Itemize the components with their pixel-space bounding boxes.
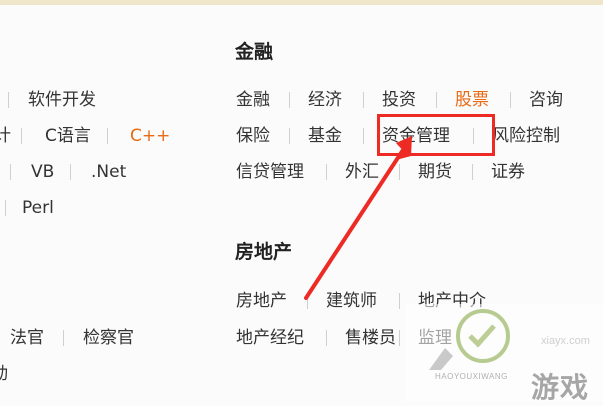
- link-ji[interactable]: 计: [0, 125, 11, 147]
- separator: [472, 164, 473, 180]
- separator: [363, 92, 364, 108]
- watermark: xiayx.com 游戏 HAOYOUXIWANG: [405, 304, 603, 404]
- separator: [399, 293, 400, 309]
- link-securities[interactable]: 证券: [491, 161, 525, 183]
- watermark-site: xiayx.com: [541, 335, 590, 347]
- top-border: [0, 0, 603, 5]
- link-forex[interactable]: 外汇: [345, 161, 379, 183]
- separator: [363, 128, 364, 144]
- separator: [399, 330, 400, 346]
- link-stocks[interactable]: 股票: [455, 89, 489, 111]
- link-real-estate[interactable]: 房地产: [236, 290, 287, 312]
- separator: [8, 92, 9, 108]
- separator: [70, 164, 71, 180]
- link-perl[interactable]: Perl: [22, 197, 54, 219]
- link-dotnet[interactable]: .Net: [91, 161, 126, 183]
- separator: [289, 128, 290, 144]
- link-finance[interactable]: 金融: [236, 89, 270, 111]
- separator: [289, 92, 290, 108]
- link-cpp[interactable]: C++: [130, 125, 170, 147]
- link-consulting[interactable]: 咨询: [529, 89, 563, 111]
- separator: [326, 330, 327, 346]
- separator: [326, 164, 327, 180]
- real-estate-heading: 房地产: [235, 241, 293, 263]
- separator: [307, 293, 308, 309]
- link-sales-rep[interactable]: 售楼员: [345, 327, 396, 349]
- link-software-dev[interactable]: 软件开发: [28, 89, 96, 111]
- site-logo-icon: [429, 309, 510, 370]
- separator: [399, 164, 400, 180]
- link-prosecutor[interactable]: 检察官: [83, 327, 134, 349]
- link-economy[interactable]: 经济: [308, 89, 342, 111]
- watermark-sub: HAOYOUXIWANG: [435, 372, 508, 381]
- link-dong[interactable]: 动: [0, 363, 8, 385]
- separator: [5, 200, 6, 216]
- separator: [21, 128, 22, 144]
- link-c-language[interactable]: C语言: [45, 125, 91, 147]
- separator: [10, 164, 11, 180]
- highlight-box: [377, 114, 495, 156]
- watermark-name: 游戏: [531, 371, 590, 404]
- link-architect[interactable]: 建筑师: [326, 290, 377, 312]
- link-judge[interactable]: 法官: [10, 327, 44, 349]
- link-futures[interactable]: 期货: [418, 161, 452, 183]
- link-insurance[interactable]: 保险: [236, 125, 270, 147]
- link-investment[interactable]: 投资: [382, 89, 416, 111]
- separator: [510, 92, 511, 108]
- link-vb[interactable]: VB: [31, 161, 54, 183]
- separator: [63, 330, 64, 346]
- separator: [107, 128, 108, 144]
- link-realty-broker[interactable]: 地产经纪: [236, 327, 304, 349]
- separator: [436, 92, 437, 108]
- link-fund[interactable]: 基金: [308, 125, 342, 147]
- link-risk-control[interactable]: 风险控制: [492, 125, 560, 147]
- link-credit-management[interactable]: 信贷管理: [236, 161, 304, 183]
- finance-heading: 金融: [235, 41, 274, 63]
